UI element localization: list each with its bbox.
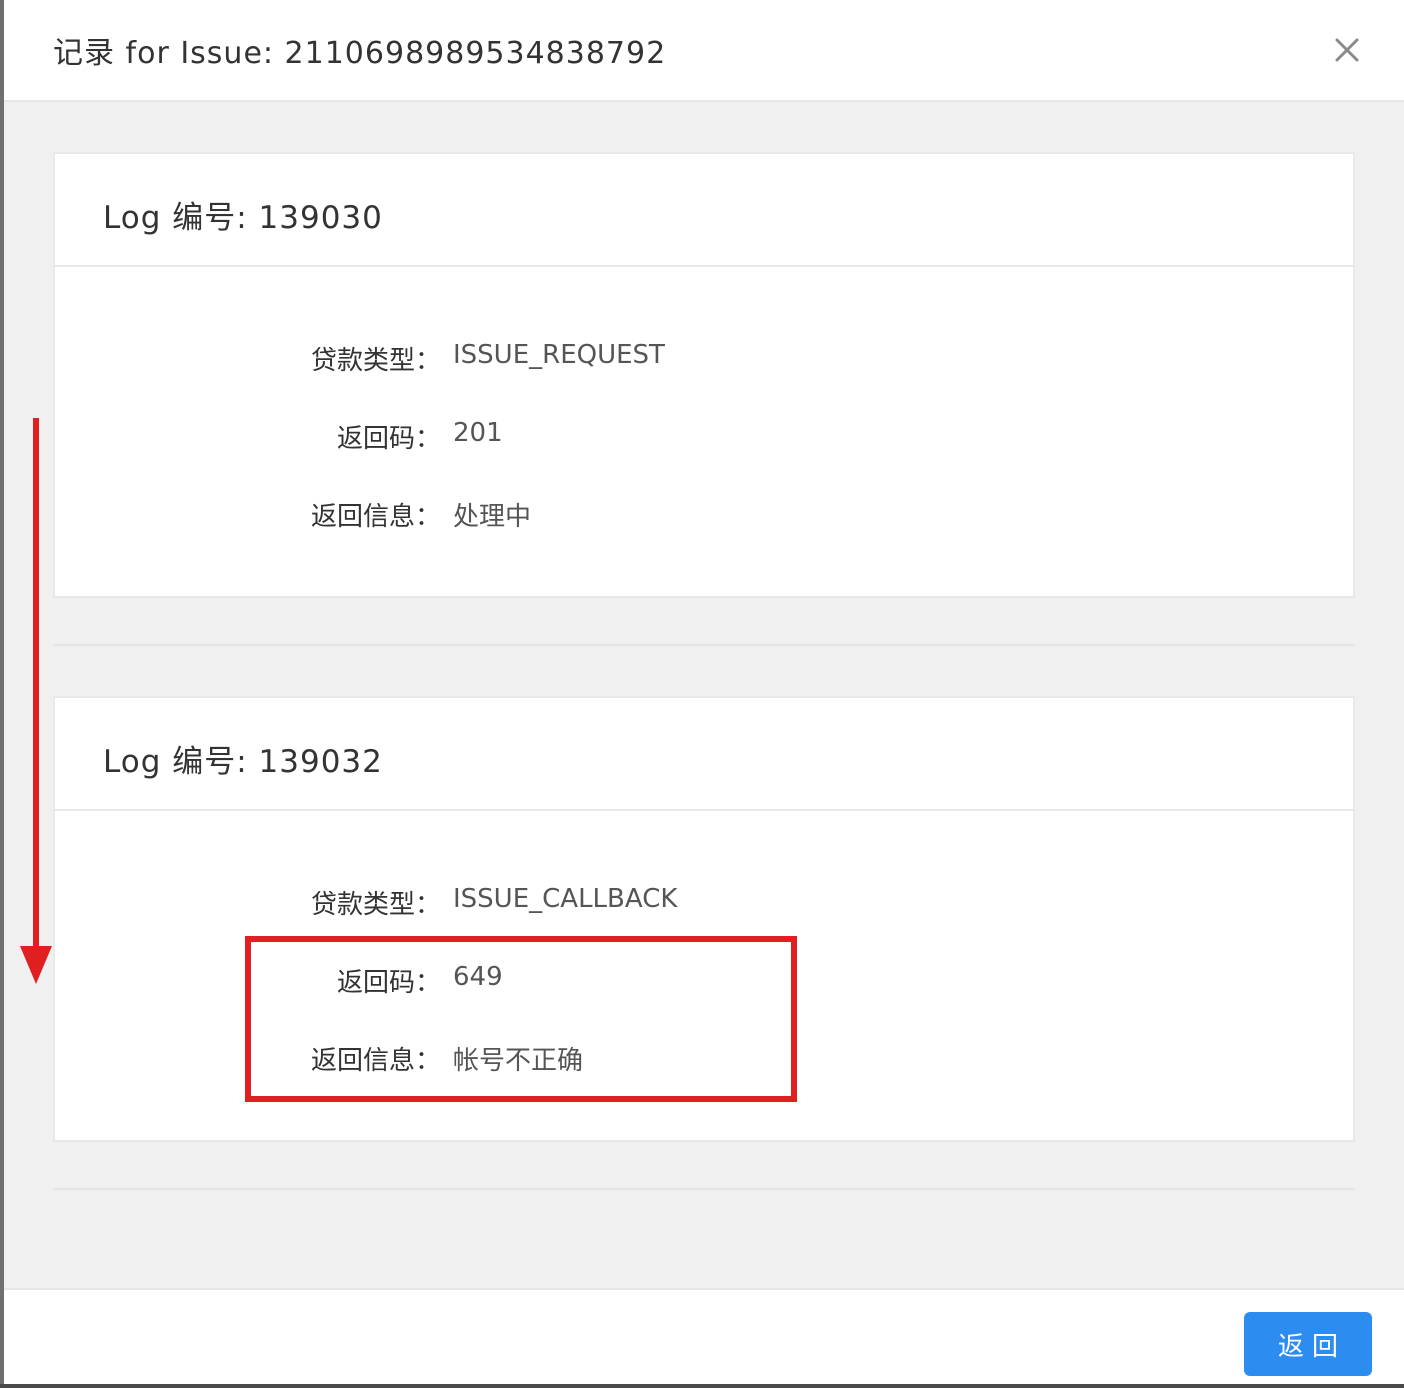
log-title: Log 编号: 139032 <box>103 744 383 780</box>
loan-type-value: ISSUE_CALLBACK <box>453 884 678 914</box>
divider <box>53 644 1355 646</box>
down-arrow-annotation <box>20 418 52 984</box>
log-panel-heading: Log 编号: 139032 <box>55 698 1353 811</box>
back-button[interactable]: 返回 <box>1244 1312 1372 1376</box>
return-message-label: 返回信息： <box>310 502 441 532</box>
close-button[interactable] <box>1331 34 1363 66</box>
log-title: Log 编号: 139030 <box>103 200 383 236</box>
close-icon <box>1335 38 1359 62</box>
modal-title: 记录 for Issue: 2110698989534838792 <box>53 36 667 71</box>
loan-type-label: 贷款类型： <box>310 890 441 920</box>
highlight-box-annotation <box>245 936 797 1102</box>
loan-type-value: ISSUE_REQUEST <box>453 340 665 370</box>
modal-header: 记录 for Issue: 2110698989534838792 <box>4 0 1404 102</box>
log-panel: Log 编号: 139030 贷款类型： ISSUE_REQUEST 返回码： … <box>53 152 1355 598</box>
return-message-value: 处理中 <box>453 502 532 532</box>
modal-footer: 返回 <box>4 1288 1404 1384</box>
window-edge <box>0 1384 1404 1388</box>
return-code-label: 返回码： <box>336 424 441 454</box>
divider <box>53 1188 1355 1190</box>
log-modal: 记录 for Issue: 2110698989534838792 Log 编号… <box>4 0 1404 1384</box>
return-code-value: 201 <box>453 418 503 448</box>
log-panel-heading: Log 编号: 139030 <box>55 154 1353 267</box>
loan-type-label: 贷款类型： <box>310 346 441 376</box>
